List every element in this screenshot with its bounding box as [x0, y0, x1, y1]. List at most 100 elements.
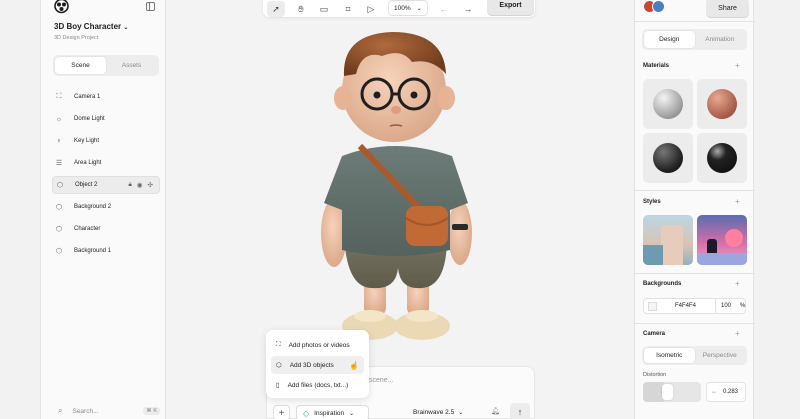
- export-button[interactable]: Export: [487, 0, 534, 16]
- redo-icon[interactable]: →: [459, 1, 477, 17]
- distortion-value-field[interactable]: ↔ 0.283: [706, 382, 746, 402]
- divider: [635, 273, 755, 274]
- inspiration-button[interactable]: ◇ Inspiration ⌄: [296, 405, 369, 419]
- select-tool-icon[interactable]: ➚: [267, 1, 285, 17]
- scene-assets-tabs: Scene Assets: [53, 55, 159, 76]
- layer-object-2[interactable]: ⬡ Object 2 🔒︎ ◉ ✣: [52, 176, 160, 194]
- layer-key-light[interactable]: ♀ Key Light: [52, 132, 160, 150]
- eye-icon[interactable]: ◉: [137, 181, 143, 189]
- add-menu-overlay: ⛶ Add photos or videos ⬡ Add 3D objects ☝ …: [266, 330, 369, 398]
- material-black-matte[interactable]: [643, 133, 693, 183]
- add-style-icon[interactable]: +: [735, 197, 740, 206]
- play-icon[interactable]: ▷: [362, 1, 380, 17]
- search-bar[interactable]: ⌕ Search... ⌘ K: [52, 404, 160, 418]
- sparkle-icon: ◇: [303, 408, 310, 418]
- app-logo[interactable]: [53, 0, 70, 15]
- divider: [715, 299, 716, 313]
- send-button[interactable]: ↑: [510, 403, 530, 419]
- material-copper[interactable]: [697, 79, 747, 129]
- left-sidebar: 3D Boy Character ⌄ 3D Design Project Sce…: [40, 0, 166, 419]
- hand-tool-icon[interactable]: ✋︎: [292, 1, 310, 17]
- divider: [635, 323, 755, 324]
- divider: [635, 190, 755, 191]
- bulb-icon: ♀: [56, 137, 62, 145]
- opacity-input[interactable]: 100: [721, 303, 731, 309]
- chevron-down-icon: ⌄: [458, 410, 464, 416]
- camera-heading: Camera: [643, 331, 666, 337]
- top-toolbar: ➚ ✋︎ ▭ ⌗ ▷ 100% ⌄ ← → Export: [263, 0, 535, 17]
- arrow-up-icon: ↑: [517, 407, 523, 417]
- project-subtitle: 3D Design Project: [54, 35, 99, 41]
- share-button[interactable]: Share: [706, 0, 749, 18]
- area-light-icon: ☰: [55, 160, 63, 167]
- distortion-slider[interactable]: [643, 382, 701, 402]
- undo-icon[interactable]: ←: [435, 1, 453, 17]
- lock-icon[interactable]: 🔒︎: [128, 181, 131, 189]
- prompt-input[interactable]: scene...: [369, 377, 394, 384]
- arrows-horizontal-icon: ↔: [711, 389, 717, 395]
- viewport-canvas[interactable]: [167, 0, 633, 419]
- background-color-field[interactable]: F4F4F4 100 %: [643, 298, 746, 314]
- camera-icon: ⛶: [56, 93, 62, 100]
- chevron-down-icon: ⌄: [349, 410, 355, 417]
- project-title[interactable]: 3D Boy Character ⌄: [54, 22, 128, 31]
- layer-area-light[interactable]: ☰ Area Light: [52, 154, 160, 172]
- tab-design[interactable]: Design: [644, 31, 695, 48]
- layer-camera-1[interactable]: ⛶ Camera 1: [52, 88, 160, 106]
- opacity-unit: %: [740, 303, 746, 309]
- tab-scene[interactable]: Scene: [55, 57, 106, 74]
- layer-dome-light[interactable]: ☼ Dome Light: [52, 110, 160, 128]
- search-icon: ⌕: [58, 406, 63, 415]
- camera-mode-tabs: Isometric Perspective: [642, 346, 747, 365]
- slider-fill: [643, 382, 664, 402]
- tab-perspective[interactable]: Perspective: [695, 348, 746, 363]
- model-select[interactable]: Brainwave 2.5 ⌄: [413, 409, 463, 416]
- bell-icon[interactable]: 🔔︎: [491, 407, 500, 415]
- cube-icon: ⬡: [55, 204, 63, 211]
- sun-icon: ☼: [55, 115, 63, 123]
- add-photos-videos-item[interactable]: ⛶ Add photos or videos: [271, 336, 364, 354]
- search-input[interactable]: Search...: [72, 408, 98, 415]
- tab-isometric[interactable]: Isometric: [644, 348, 695, 363]
- color-swatch[interactable]: [648, 301, 657, 311]
- layer-background-2[interactable]: ⬡ Background 2: [52, 198, 160, 216]
- layer-background-1[interactable]: ⬡ Background 1: [52, 242, 160, 260]
- zoom-select[interactable]: 100% ⌄: [388, 0, 428, 16]
- materials-heading: Materials: [643, 63, 670, 69]
- avatar: [652, 0, 665, 13]
- design-animation-tabs: Design Animation: [642, 29, 747, 50]
- add-camera-icon[interactable]: +: [735, 329, 740, 338]
- cube-icon: ⬡: [56, 182, 64, 189]
- style-thumb-sunset[interactable]: [697, 215, 747, 265]
- 3d-boy-character-render[interactable]: [312, 28, 482, 350]
- move-icon[interactable]: ✣: [148, 181, 153, 189]
- chevron-down-icon: ⌄: [416, 5, 422, 12]
- backgrounds-heading: Backgrounds: [643, 281, 682, 287]
- slider-handle[interactable]: [662, 384, 673, 400]
- style-thumb-architecture[interactable]: [643, 215, 693, 265]
- chevron-down-icon: ⌄: [123, 25, 129, 31]
- crop-icon[interactable]: ⌗: [339, 1, 357, 17]
- hand-cursor-icon: ☝: [349, 360, 359, 370]
- file-icon: ▯: [276, 382, 280, 389]
- tab-assets[interactable]: Assets: [106, 57, 157, 74]
- add-button[interactable]: +: [273, 405, 290, 419]
- sidebar-toggle-icon[interactable]: [146, 2, 155, 11]
- add-material-icon[interactable]: +: [735, 61, 740, 70]
- image-icon: ⛶: [276, 341, 281, 348]
- material-silver[interactable]: [643, 79, 693, 129]
- styles-heading: Styles: [643, 199, 661, 205]
- layer-character[interactable]: ⬡ Character: [52, 220, 160, 238]
- add-files-item[interactable]: ▯ Add files (docs, txt...): [271, 376, 364, 394]
- material-black-gloss[interactable]: [697, 133, 747, 183]
- add-background-icon[interactable]: +: [735, 279, 740, 288]
- cube-icon: ⬡: [55, 248, 63, 255]
- search-shortcut: ⌘ K: [143, 407, 160, 415]
- add-3d-objects-item[interactable]: ⬡ Add 3D objects ☝: [271, 356, 364, 374]
- tab-animation[interactable]: Animation: [695, 31, 746, 48]
- right-sidebar: Share Design Animation Materials + Style…: [634, 0, 755, 419]
- comment-icon[interactable]: ▭: [315, 1, 333, 17]
- cube-icon: ⬡: [276, 362, 282, 369]
- cube-icon: ⬡: [55, 226, 63, 233]
- plus-icon: +: [278, 407, 285, 419]
